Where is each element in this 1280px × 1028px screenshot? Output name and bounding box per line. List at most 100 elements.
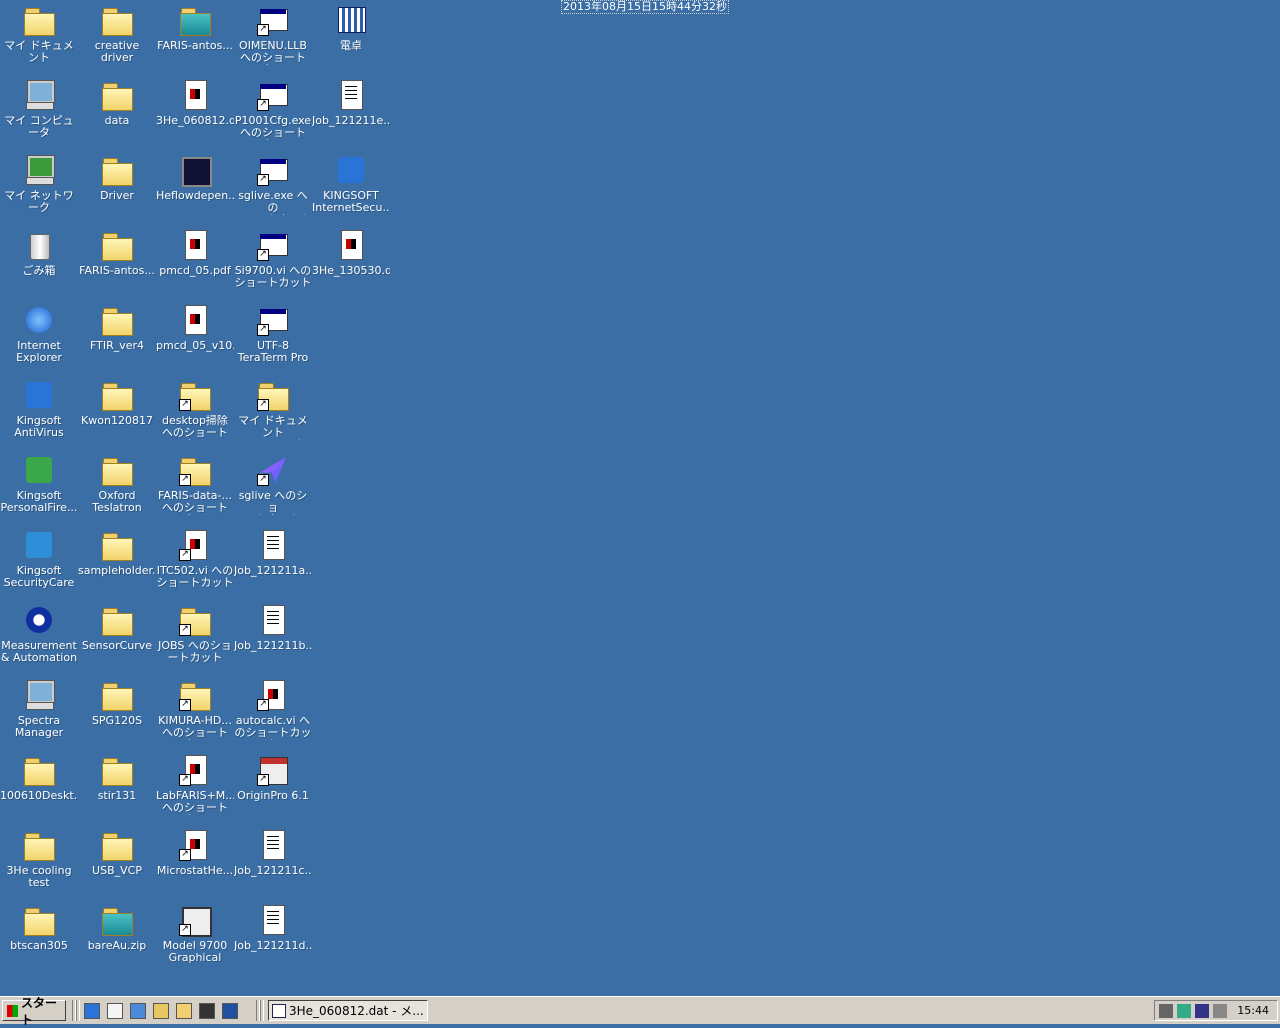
desktop-icon[interactable]: FARIS-antos... [78,225,156,300]
desktop-icon[interactable]: creative driver [78,0,156,75]
desktop-icon-label: FARIS-antos... [157,40,233,52]
shortcut-arrow-icon: ↗ [179,924,191,936]
application-icon: ↗ [257,229,289,261]
explorer-icon[interactable] [153,1003,169,1019]
notepad-icon [272,1003,286,1018]
desktop-icon[interactable]: ↗ LabFARIS+M... へのショートカ... [156,750,234,825]
document-icon: ↗ [179,529,211,561]
desktop-icon[interactable]: Spectra Manager [0,675,78,750]
desktop-icon[interactable]: ↗ KIMURA-HD... へのショートカ... [156,675,234,750]
desktop-icon[interactable]: ↗ Model 9700 Graphical Us... [156,900,234,975]
desktop-icon-label: 100610Deskt... [0,790,78,802]
desktop-icon[interactable]: btscan305 [0,900,78,975]
desktop-icon[interactable]: Kingsoft SecurityCare [0,525,78,600]
network-icon[interactable] [130,1003,146,1019]
desktop-icon-label: Spectra Manager [14,715,64,739]
desktop-icon[interactable]: ↗ UTF-8 TeraTerm Pro [234,300,312,375]
desktop-icon[interactable]: ↗ sglive へのショ ートカット [234,450,312,525]
application-icon: ↗ [257,304,289,336]
text-file-icon [257,604,289,636]
desktop-icon-label: Driver [100,190,134,202]
desktop-icon[interactable]: マイ ネットワーク [0,150,78,225]
volume-icon[interactable] [1159,1004,1173,1018]
desktop-icon[interactable]: Heflowdepen... [156,150,234,225]
labview-icon[interactable] [199,1003,215,1019]
desktop-icon[interactable]: data [78,75,156,150]
desktop-icon[interactable]: Kingsoft PersonalFire... [0,450,78,525]
desktop-icon[interactable]: ↗ MicrostatHe... [156,825,234,900]
desktop-icon[interactable]: ↗ ITC502.vi への ショートカット [156,525,234,600]
desktop-icon[interactable]: Job_121211d... [234,900,312,975]
shortcut-arrow-icon: ↗ [257,774,269,786]
text-file-icon [257,904,289,936]
desktop-icon[interactable]: FTIR_ver4 [78,300,156,375]
desktop-icon[interactable]: ↗ autocalc.vi へ のショートカット [234,675,312,750]
desktop-icon[interactable]: 3He cooling test [0,825,78,900]
desktop-icon[interactable]: Kingsoft AntiVirus [0,375,78,450]
monitor-tray-icon[interactable] [1195,1004,1209,1018]
desktop-icon[interactable]: Job_121211b... [234,600,312,675]
desktop-icon[interactable]: マイ ドキュメント [0,0,78,75]
desktop-icon[interactable]: Measurement & Automation [0,600,78,675]
document-icon [179,229,211,261]
desktop-icon[interactable]: ↗ マイ ドキュメント へのショートカ... [234,375,312,450]
desktop-icon[interactable]: ↗ JOBS へのショ ートカット [156,600,234,675]
desktop-icon[interactable]: Job_121211c... [234,825,312,900]
desktop-icon[interactable]: ↗ FARIS-data-... へのショートカ... [156,450,234,525]
desktop-icon[interactable]: ↗ sglive.exe への ショートカット [234,150,312,225]
network-tray-icon[interactable] [1177,1004,1191,1018]
desktop-icon[interactable]: 3He_130530.d... [312,225,390,300]
desktop-icon-label: Heflowdepen... [156,190,234,202]
chart-icon [179,154,212,187]
desktop-icon[interactable]: 電卓 [312,0,390,75]
desktop-icon[interactable]: ↗ OriginPro 6.1 [234,750,312,825]
shortcut-arrow-icon: ↗ [257,249,269,261]
desktop-icon[interactable]: Job_121211a... [234,525,312,600]
desktop-icon[interactable]: ↗ Si9700.vi への ショートカット [234,225,312,300]
tray-clock[interactable]: 15:44 [1237,1004,1269,1018]
zip-folder-icon [101,904,133,936]
desktop-icon[interactable]: SPG120S [78,675,156,750]
desktop-icon[interactable]: KINGSOFT InternetSecu... [312,150,390,225]
desktop-icon[interactable]: 100610Deskt... [0,750,78,825]
taskbar-window-title: 3He_060812.dat - メ... [289,1004,424,1018]
desktop-icon[interactable]: Kwon120817 [78,375,156,450]
desktop-icon[interactable]: Internet Explorer [0,300,78,375]
notepad-icon[interactable] [107,1003,123,1019]
desktop-icon[interactable]: ごみ箱 [0,225,78,300]
desktop-icon[interactable]: SensorCurve [78,600,156,675]
computer-icon [23,79,55,111]
desktop-icon[interactable]: ↗ desktop掃除 へのショートカ... [156,375,234,450]
desktop-icon[interactable]: ↗ OIMENU.LLB へのショートカ... [234,0,312,75]
desktop-icon-label: USB_VCP [92,865,142,877]
taskbar-window-button[interactable]: 3He_060812.dat - メ... [268,1000,428,1021]
desktop-icon-label: btscan305 [10,940,68,952]
desktop-icon[interactable]: sampleholder... [78,525,156,600]
desktop-icon[interactable]: Job_121211e... [312,75,390,150]
labview-icon: ↗ [179,904,212,937]
desktop-icon[interactable]: 3He_060812.d... [156,75,234,150]
teraterm-icon[interactable] [222,1003,238,1019]
desktop-icon[interactable]: USB_VCP [78,825,156,900]
desktop-icon[interactable]: FARIS-antos... [156,0,234,75]
start-button[interactable]: スタート [2,996,66,1027]
desktop-icon[interactable]: マイ コンピュータ [0,75,78,150]
usb-tray-icon[interactable] [1213,1004,1227,1018]
zip-folder-icon [179,4,211,36]
desktop[interactable]: マイ ドキュメント マイ コンピュータ マイ ネットワーク ごみ箱 Internet E… [0,0,1280,996]
desktop-icon-label: P1001Cfg.exe へのショートカ... [234,115,312,140]
desktop-icon[interactable]: stir131 [78,750,156,825]
desktop-icon[interactable]: bareAu.zip [78,900,156,975]
desktop-icon[interactable]: pmcd_05.pdf [156,225,234,300]
desktop-icon[interactable]: Oxford Teslatron [78,450,156,525]
desktop-icon-label: Job_121211c... [234,865,312,877]
folder-icon[interactable] [176,1003,192,1019]
desktop-icon-label: LabFARIS+M... へのショートカ... [156,790,234,815]
desktop-icon[interactable]: Driver [78,150,156,225]
taskbar: スタート 3He_060812.dat - メ... 15:44 [0,996,1280,1027]
desktop-icon[interactable]: ↗ P1001Cfg.exe へのショートカ... [234,75,312,150]
desktop-icon-label: creative driver [94,40,140,64]
desktop-icon-label: bareAu.zip [87,940,147,952]
ie-icon[interactable] [84,1003,100,1019]
desktop-icon[interactable]: pmcd_05_v10... [156,300,234,375]
